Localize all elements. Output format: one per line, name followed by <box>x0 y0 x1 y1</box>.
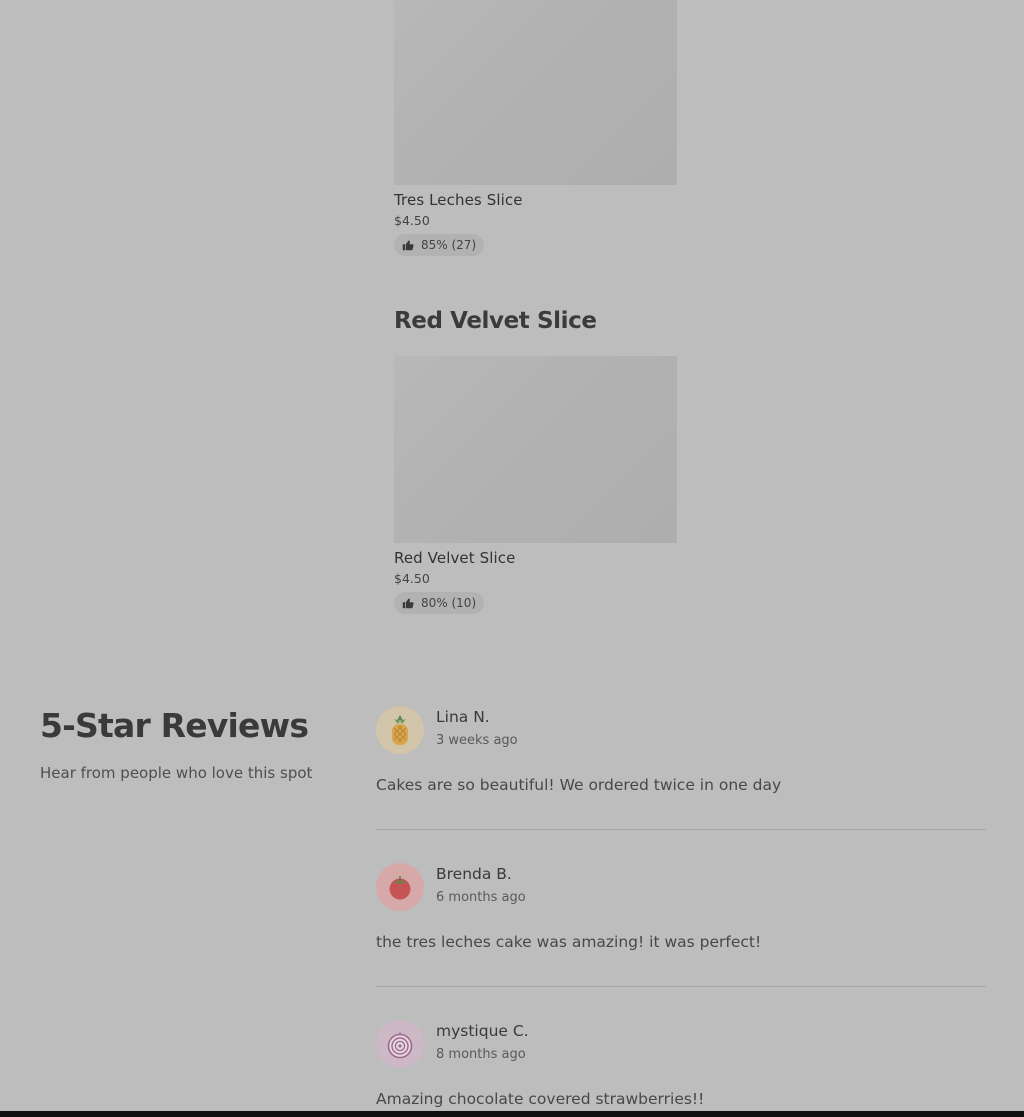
review-time: 8 months ago <box>436 1047 526 1062</box>
item-price: $4.50 <box>394 213 430 228</box>
divider <box>376 829 986 830</box>
reviews-subtitle: Hear from people who love this spot <box>40 764 313 782</box>
rating-value: 85% (27) <box>421 238 477 252</box>
avatar[interactable] <box>376 706 424 754</box>
reviewer-name[interactable]: Lina N. <box>436 707 518 727</box>
category-title: Red Velvet Slice <box>394 308 597 334</box>
thumbs-up-icon <box>402 598 414 609</box>
onion-icon <box>387 1031 413 1059</box>
reviewer-name[interactable]: mystique C. <box>436 1021 529 1041</box>
item-photo <box>394 356 677 543</box>
menu-item-tres-leches[interactable]: Tres Leches Slice $4.50 85% (27) <box>394 0 677 256</box>
rating-badge: 80% (10) <box>394 592 485 614</box>
item-name: Tres Leches Slice <box>394 191 523 209</box>
item-name: Red Velvet Slice <box>394 549 516 567</box>
reviews-title: 5-Star Reviews <box>40 706 309 745</box>
review-item: mystique C. 8 months ago Amazing chocola… <box>376 1020 986 1109</box>
review-text: Amazing chocolate covered strawberries!! <box>376 1090 705 1108</box>
menu-item-red-velvet[interactable]: Red Velvet Slice $4.50 80% (10) <box>394 356 677 614</box>
review-text: the tres leches cake was amazing! it was… <box>376 933 762 951</box>
pineapple-icon <box>392 715 408 745</box>
reviewer-name[interactable]: Brenda B. <box>436 864 526 884</box>
avatar[interactable] <box>376 1020 424 1068</box>
thumbs-up-icon <box>402 240 414 251</box>
page: Tres Leches Slice $4.50 85% (27) Red Vel… <box>0 0 1024 1117</box>
review-time: 6 months ago <box>436 890 526 905</box>
bottom-edge-bar <box>0 1111 1024 1117</box>
review-text: Cakes are so beautiful! We ordered twice… <box>376 776 782 794</box>
item-photo <box>394 0 677 185</box>
item-price: $4.50 <box>394 571 430 586</box>
rating-badge: 85% (27) <box>394 234 485 256</box>
divider <box>376 986 986 987</box>
avatar[interactable] <box>376 863 424 911</box>
tomato-icon <box>389 876 411 900</box>
review-time: 3 weeks ago <box>436 733 518 748</box>
review-item: Brenda B. 6 months ago the tres leches c… <box>376 863 986 952</box>
rating-value: 80% (10) <box>421 596 477 610</box>
review-item: Lina N. 3 weeks ago Cakes are so beautif… <box>376 706 986 795</box>
